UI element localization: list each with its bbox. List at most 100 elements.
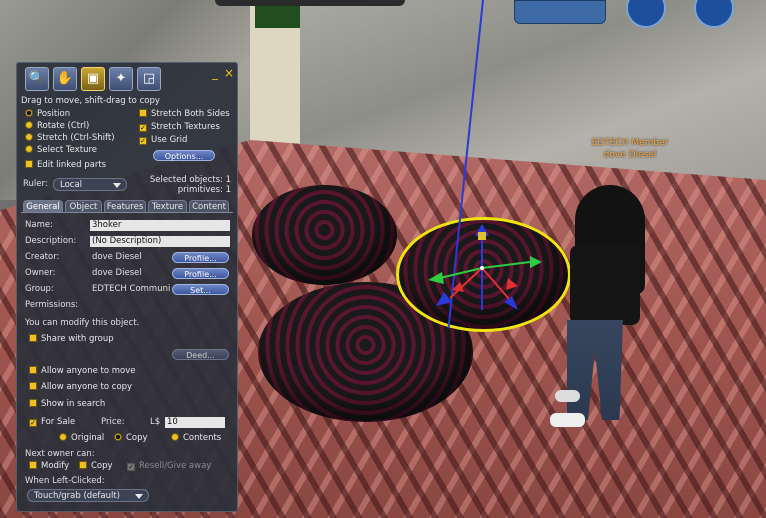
checkbox-icon [29,334,37,342]
ruler-label: Ruler: [23,179,48,189]
description-label: Description: [25,236,77,246]
left-click-dropdown[interactable]: Touch/grab (default) [27,489,149,502]
radio-icon [114,433,122,441]
avatar-legs [567,320,623,420]
checkbox-label: Use Grid [151,135,188,145]
mode-label: Select Texture [37,145,98,155]
hud-camera-controls[interactable] [514,0,606,24]
tab-general[interactable]: General [23,200,63,212]
close-icon[interactable]: × [224,67,234,79]
hud-right-dial[interactable] [694,0,734,28]
radio-icon [25,145,33,153]
radio-icon [25,121,33,129]
owner-profile-button[interactable]: Profile... [172,268,229,279]
currency-label: L$ [150,417,161,427]
checkbox-icon [29,382,37,390]
drag-hint: Drag to move, shift-drag to copy [21,96,160,106]
move-gizmo[interactable] [420,220,550,330]
sale-type-contents[interactable]: Contents [171,433,221,444]
checkbox-icon [79,461,87,469]
land-tool-icon[interactable]: ◲ [137,67,161,91]
checkbox-icon: ✓ [29,419,37,427]
checkbox-label: Copy [91,461,113,471]
owner-value: dove Diesel [92,268,142,278]
avatar-shoe [555,390,580,402]
avatar-name-tag: EDTECH Member dove Diesel [590,137,670,161]
sale-type-original[interactable]: Original [59,433,104,444]
striped-pouf-1[interactable] [252,185,397,285]
mode-rotate[interactable]: Rotate (Ctrl) [25,121,89,132]
mode-label: Stretch (Ctrl-Shift) [37,133,115,143]
radio-label: Original [71,433,105,443]
next-owner-label: Next owner can: [25,449,95,459]
tab-features[interactable]: Features [104,200,146,212]
sale-type-copy[interactable]: Copy [114,433,148,444]
allow-move-checkbox[interactable]: Allow anyone to move [29,366,136,377]
mode-position[interactable]: Position [25,109,70,120]
allow-copy-checkbox[interactable]: Allow anyone to copy [29,382,132,393]
tab-divider [21,212,233,213]
name-tag-group: EDTECH Member [591,138,669,148]
for-sale-checkbox[interactable]: ✓ For Sale [29,417,75,428]
checkbox-label: Modify [41,461,70,471]
share-with-group-checkbox[interactable]: Share with group [29,334,114,345]
top-hud [500,0,766,28]
description-field[interactable]: (No Description) [90,236,230,247]
ruler-value: Local [60,180,83,190]
mode-stretch[interactable]: Stretch (Ctrl-Shift) [25,133,115,144]
name-field[interactable]: 3hoker [90,220,230,231]
radio-icon [25,109,33,117]
stretch-both-sides-checkbox[interactable]: Stretch Both Sides [139,109,230,120]
primitives-count: primitives: 1 [177,185,231,195]
edit-tool-icon[interactable]: ▣ [81,67,105,91]
mode-label: Position [37,109,71,119]
stretch-textures-checkbox[interactable]: ✓ Stretch Textures [139,122,220,133]
next-owner-modify-checkbox[interactable]: Modify [29,461,69,472]
radio-label: Copy [126,433,148,443]
options-button[interactable]: Options... [153,150,215,161]
deed-button[interactable]: Deed... [172,349,229,360]
avatar-shoe [550,413,585,427]
left-click-label: When Left-Clicked: [25,476,105,486]
group-value: EDTECH Communi [92,284,171,294]
radio-icon [59,433,67,441]
checkbox-icon: ✓ [127,463,135,471]
use-grid-checkbox[interactable]: ✓ Use Grid [139,135,187,146]
checkbox-icon: ✓ [139,124,147,132]
checkbox-label: Allow anyone to copy [41,382,133,392]
next-owner-copy-checkbox[interactable]: Copy [79,461,113,472]
ruler-dropdown[interactable]: Local [53,178,127,191]
focus-tool-icon[interactable]: 🔍 [25,67,49,91]
group-set-button[interactable]: Set... [172,284,229,295]
checkbox-label: Edit linked parts [37,160,107,170]
avatar[interactable] [545,185,665,435]
checkbox-label: Stretch Both Sides [151,109,230,119]
creator-profile-button[interactable]: Profile... [172,252,229,263]
mode-label: Rotate (Ctrl) [37,121,90,131]
tab-texture[interactable]: Texture [148,200,187,212]
show-in-search-checkbox[interactable]: Show in search [29,399,105,410]
checkbox-label: Allow anyone to move [41,366,136,376]
move-tool-icon[interactable]: ✋ [53,67,77,91]
tab-content[interactable]: Content [189,200,229,212]
name-tag-name: dove Diesel [603,150,657,160]
checkbox-icon [139,109,147,117]
price-field[interactable]: 10 [165,417,225,428]
next-owner-resell-checkbox: ✓ Resell/Give away [127,461,211,472]
edit-linked-checkbox[interactable]: Edit linked parts [25,160,106,171]
checkbox-label: For Sale [41,417,76,427]
price-label: Price: [101,417,125,427]
create-tool-icon[interactable]: ✦ [109,67,133,91]
checkbox-icon [25,160,33,168]
radio-icon [171,433,179,441]
checkbox-icon [29,399,37,407]
mode-select-texture[interactable]: Select Texture [25,145,97,156]
chevron-down-icon [135,494,143,499]
build-edit-panel[interactable]: 🔍 ✋ ▣ ✦ ◲ _ × Drag to move, shift-drag t… [16,62,238,512]
left-click-value: Touch/grab (default) [34,491,120,501]
tab-object[interactable]: Object [65,200,102,212]
name-label: Name: [25,220,53,230]
radio-icon [25,133,33,141]
hud-left-dial[interactable] [626,0,666,28]
minimize-icon[interactable]: _ [212,67,218,79]
